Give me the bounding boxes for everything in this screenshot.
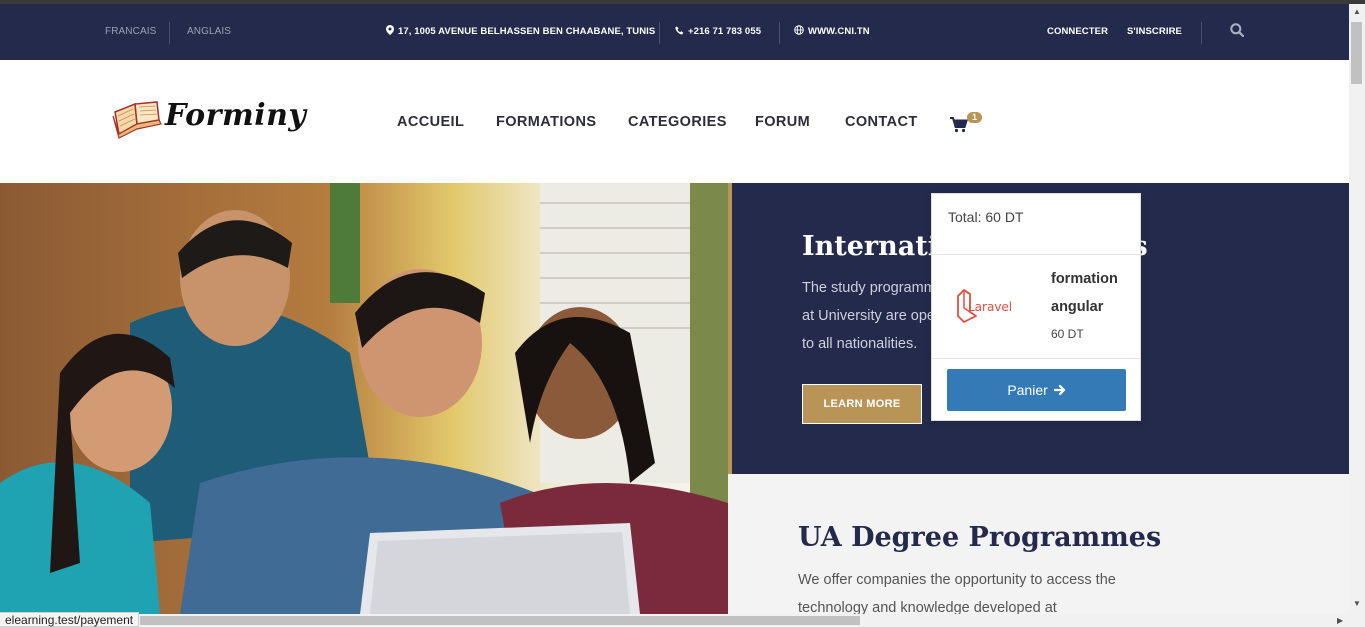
cart-item-price: 60 DT bbox=[1051, 327, 1084, 341]
globe-icon bbox=[794, 25, 804, 36]
divider bbox=[169, 22, 170, 44]
divider bbox=[932, 254, 1140, 255]
nav-categories[interactable]: CATEGORIES bbox=[628, 114, 727, 130]
register-link[interactable]: S'INSCRIRE bbox=[1127, 4, 1182, 60]
learn-more-button[interactable]: LEARN MORE bbox=[802, 384, 922, 424]
course-thumbnail[interactable]: Laravel bbox=[954, 282, 1014, 326]
scroll-down-arrow-icon[interactable]: ▼ bbox=[1353, 599, 1361, 608]
address-info: 17, 1005 AVENUE BELHASSEN BEN CHAABANE, … bbox=[386, 4, 655, 60]
hero-students-image bbox=[0, 183, 728, 614]
logo-text: Forminy bbox=[165, 98, 307, 133]
phone-text: +216 71 783 055 bbox=[688, 26, 762, 37]
browser-status-url: elearning.test/payement bbox=[0, 612, 140, 627]
horizontal-scrollbar[interactable]: ▶ bbox=[0, 614, 1349, 627]
search-button[interactable] bbox=[1230, 4, 1245, 60]
address-text: 17, 1005 AVENUE BELHASSEN BEN CHAABANE, … bbox=[398, 26, 656, 37]
site-header: Forminy ACCUEIL FORMATIONS CATEGORIES FO… bbox=[0, 60, 1349, 183]
laravel-logo-text: Laravel bbox=[968, 300, 1012, 314]
divider bbox=[932, 358, 1140, 359]
vertical-scroll-thumb[interactable] bbox=[1351, 22, 1362, 84]
cart-total: Total: 60 DT bbox=[948, 209, 1024, 225]
phone-icon bbox=[675, 26, 684, 35]
site-logo[interactable]: Forminy bbox=[107, 96, 325, 142]
nav-accueil[interactable]: ACCUEIL bbox=[397, 114, 464, 130]
shopping-cart-icon bbox=[950, 117, 968, 133]
cart-button[interactable]: 1 bbox=[950, 112, 986, 135]
divider bbox=[779, 22, 780, 44]
scroll-up-arrow-icon[interactable]: ▲ bbox=[1353, 7, 1361, 16]
phone-info: +216 71 783 055 bbox=[675, 4, 761, 60]
laravel-logo-icon: Laravel bbox=[957, 289, 1012, 323]
map-marker-icon bbox=[386, 25, 394, 36]
top-info-bar: FRANCAIS ANGLAIS 17, 1005 AVENUE BELHASS… bbox=[0, 4, 1349, 60]
panier-button[interactable]: Panier bbox=[947, 369, 1126, 411]
cart-count-badge: 1 bbox=[967, 112, 982, 123]
book-icon bbox=[112, 101, 162, 139]
programmes-section: UA Degree Programmes We offer companies … bbox=[728, 474, 1349, 616]
language-french-link[interactable]: FRANCAIS bbox=[105, 4, 156, 60]
website-info: WWW.CNI.TN bbox=[794, 4, 870, 60]
scroll-right-arrow-icon[interactable]: ▶ bbox=[1337, 616, 1343, 625]
nav-formations[interactable]: FORMATIONS bbox=[496, 114, 596, 130]
hero-text: The study programmes at University are o… bbox=[802, 280, 952, 352]
divider bbox=[659, 22, 660, 44]
arrow-right-icon bbox=[1053, 384, 1065, 395]
cart-dropdown: Total: 60 DT Laravel formation angular 6… bbox=[931, 193, 1141, 421]
panier-button-label: Panier bbox=[1007, 382, 1048, 398]
login-link[interactable]: CONNECTER bbox=[1047, 4, 1108, 60]
divider bbox=[1201, 22, 1202, 44]
language-english-link[interactable]: ANGLAIS bbox=[187, 4, 231, 60]
vertical-scrollbar[interactable]: ▲ ▼ bbox=[1349, 4, 1365, 627]
cart-item-name[interactable]: formation angular bbox=[1051, 265, 1136, 321]
programmes-title: UA Degree Programmes bbox=[798, 522, 1162, 553]
nav-contact[interactable]: CONTACT bbox=[845, 114, 918, 130]
horizontal-scroll-thumb[interactable] bbox=[140, 616, 860, 625]
nav-forum[interactable]: FORUM bbox=[755, 114, 810, 130]
website-link[interactable]: WWW.CNI.TN bbox=[808, 26, 870, 37]
search-icon bbox=[1230, 23, 1245, 37]
